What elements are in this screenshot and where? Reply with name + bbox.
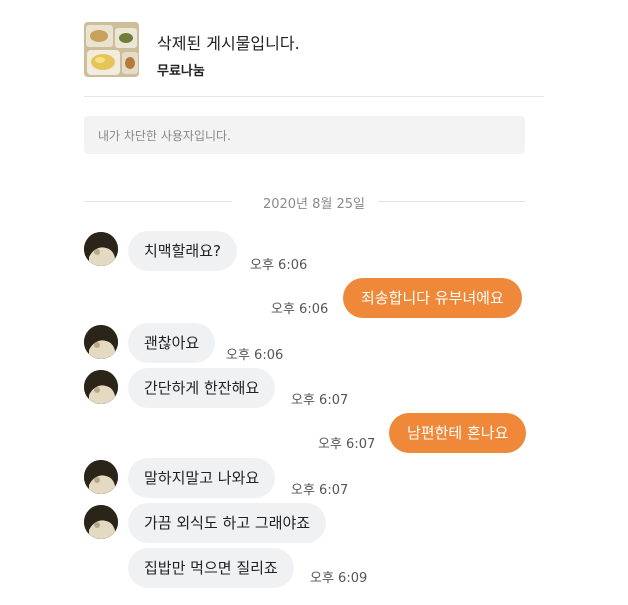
message-bubble-received[interactable]: 간단하게 한잔해요 bbox=[128, 368, 276, 408]
food-thumbnail[interactable] bbox=[84, 22, 139, 77]
message-time: 오후 6:06 bbox=[271, 302, 329, 317]
message-time: 오후 6:07 bbox=[291, 393, 349, 408]
blocked-user-notice: 내가 차단한 사용자입니다. bbox=[84, 116, 525, 154]
message-time: 오후 6:06 bbox=[250, 258, 308, 273]
message-time: 오후 6:06 bbox=[226, 348, 284, 363]
message-bubble-sent[interactable]: 남편한테 혼나요 bbox=[389, 413, 527, 453]
avatar-image bbox=[84, 232, 118, 266]
blocked-user-notice-text: 내가 차단한 사용자입니다. bbox=[98, 129, 231, 143]
message-time: 오후 6:09 bbox=[310, 571, 368, 586]
post-header[interactable]: 삭제된 게시물입니다. 무료나눔 bbox=[84, 22, 544, 97]
avatar-image bbox=[84, 325, 118, 359]
message-bubble-received[interactable]: 가끔 외식도 하고 그래야죠 bbox=[128, 503, 327, 543]
message-time: 오후 6:07 bbox=[291, 483, 349, 498]
message-bubble-received[interactable]: 집밥만 먹으면 질리죠 bbox=[128, 548, 294, 588]
post-title: 삭제된 게시물입니다. bbox=[157, 34, 300, 53]
date-divider-label: 2020년 8월 25일 bbox=[262, 197, 366, 212]
food-thumbnail-image bbox=[84, 22, 139, 77]
message-bubble-received[interactable]: 말하지말고 나와요 bbox=[128, 458, 276, 498]
message-bubble-received[interactable]: 치맥할래요? bbox=[128, 231, 237, 271]
sender-avatar[interactable] bbox=[84, 505, 118, 539]
avatar-image bbox=[84, 460, 118, 494]
message-bubble-sent[interactable]: 죄송합니다 유부녀에요 bbox=[343, 278, 522, 318]
avatar-image bbox=[84, 370, 118, 404]
date-divider-right bbox=[378, 201, 525, 202]
post-category: 무료나눔 bbox=[157, 64, 205, 79]
message-bubble-received[interactable]: 괜찮아요 bbox=[128, 323, 216, 363]
avatar-image bbox=[84, 505, 118, 539]
sender-avatar[interactable] bbox=[84, 370, 118, 404]
sender-avatar[interactable] bbox=[84, 325, 118, 359]
sender-avatar[interactable] bbox=[84, 232, 118, 266]
message-time: 오후 6:07 bbox=[318, 437, 376, 452]
sender-avatar[interactable] bbox=[84, 460, 118, 494]
